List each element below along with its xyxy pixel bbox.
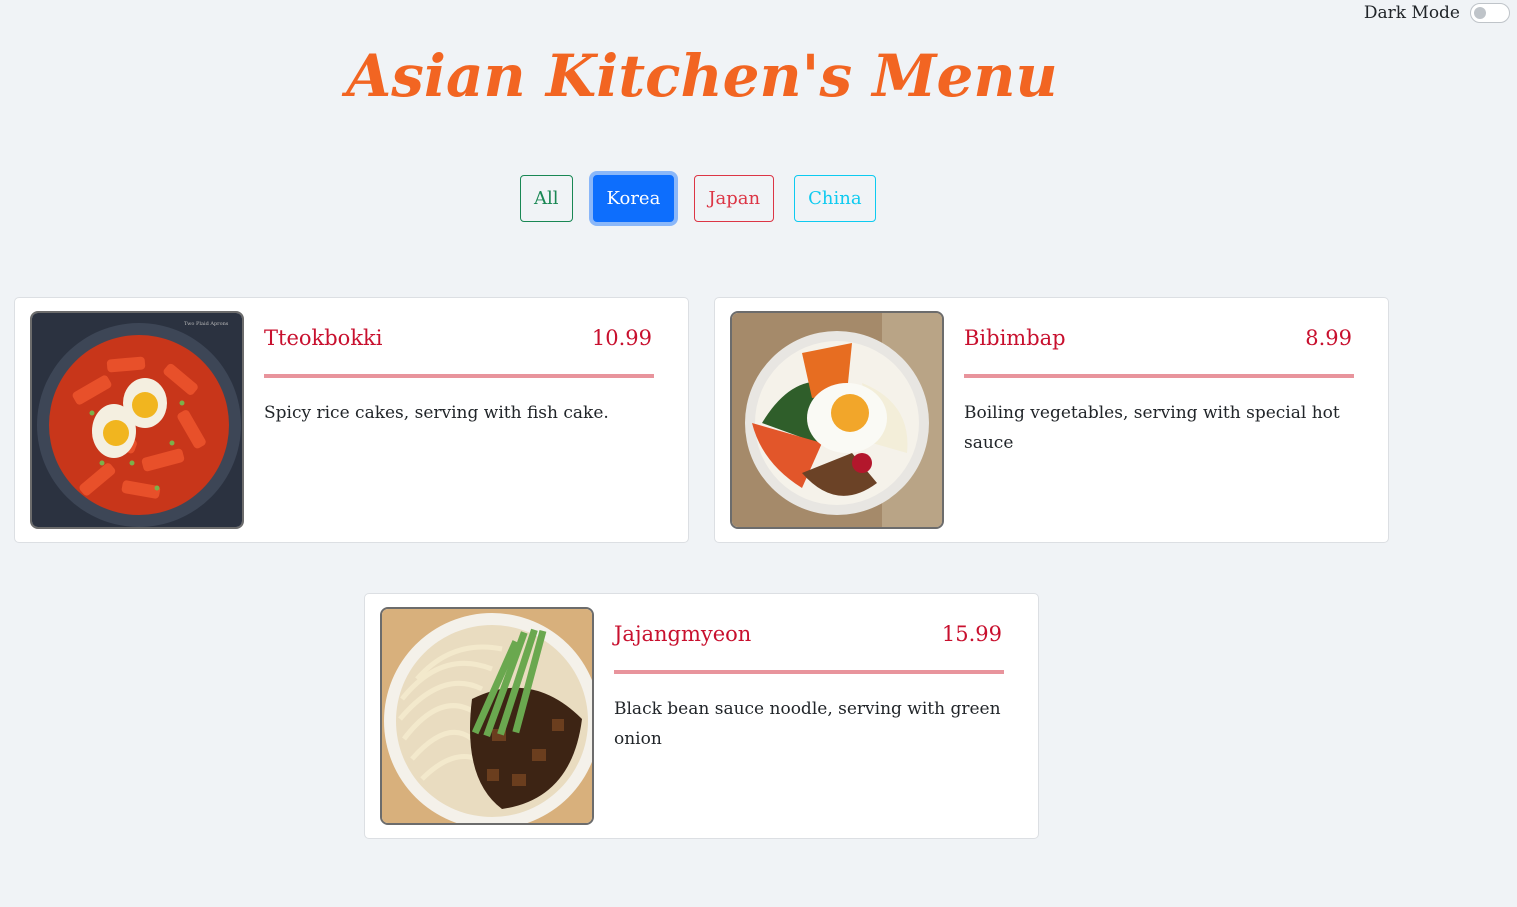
bibimbap-photo <box>730 311 944 529</box>
menu-item-card: Two Plaid Aprons Tteokbokki 10.99 Spicy … <box>14 297 689 543</box>
item-description: Boiling vegetables, serving with special… <box>964 403 1340 453</box>
item-name: Tteokbokki <box>264 326 383 350</box>
item-name: Jajangmyeon <box>614 622 752 646</box>
tteokbokki-photo: Two Plaid Aprons <box>30 311 244 529</box>
page-title: Asian Kitchen's Menu <box>346 42 1058 110</box>
item-description: Spicy rice cakes, serving with fish cake… <box>264 403 609 423</box>
menu-item-card: Jajangmyeon 15.99 Black bean sauce noodl… <box>364 593 1039 839</box>
photo-watermark: Two Plaid Aprons <box>184 321 229 327</box>
filter-korea-button[interactable]: Korea <box>592 175 675 222</box>
divider <box>264 374 654 378</box>
filter-all-button[interactable]: All <box>520 175 573 222</box>
item-description: Black bean sauce noodle, serving with gr… <box>614 699 1001 749</box>
switch-knob <box>1474 7 1486 19</box>
divider <box>614 670 1004 674</box>
category-filters: All Korea Japan China <box>520 175 876 222</box>
divider <box>964 374 1354 378</box>
item-name: Bibimbap <box>964 326 1066 350</box>
item-price: 15.99 <box>941 622 1002 646</box>
filter-japan-button[interactable]: Japan <box>694 175 775 222</box>
dark-mode-switch[interactable] <box>1470 3 1510 23</box>
item-price: 8.99 <box>1305 326 1352 350</box>
filter-china-button[interactable]: China <box>794 175 876 222</box>
jajangmyeon-photo <box>380 607 594 825</box>
dark-mode-toggle[interactable]: Dark Mode <box>1364 3 1510 23</box>
dark-mode-label: Dark Mode <box>1363 3 1460 23</box>
menu-item-card: Bibimbap 8.99 Boiling vegetables, servin… <box>714 297 1389 543</box>
item-price: 10.99 <box>591 326 652 350</box>
